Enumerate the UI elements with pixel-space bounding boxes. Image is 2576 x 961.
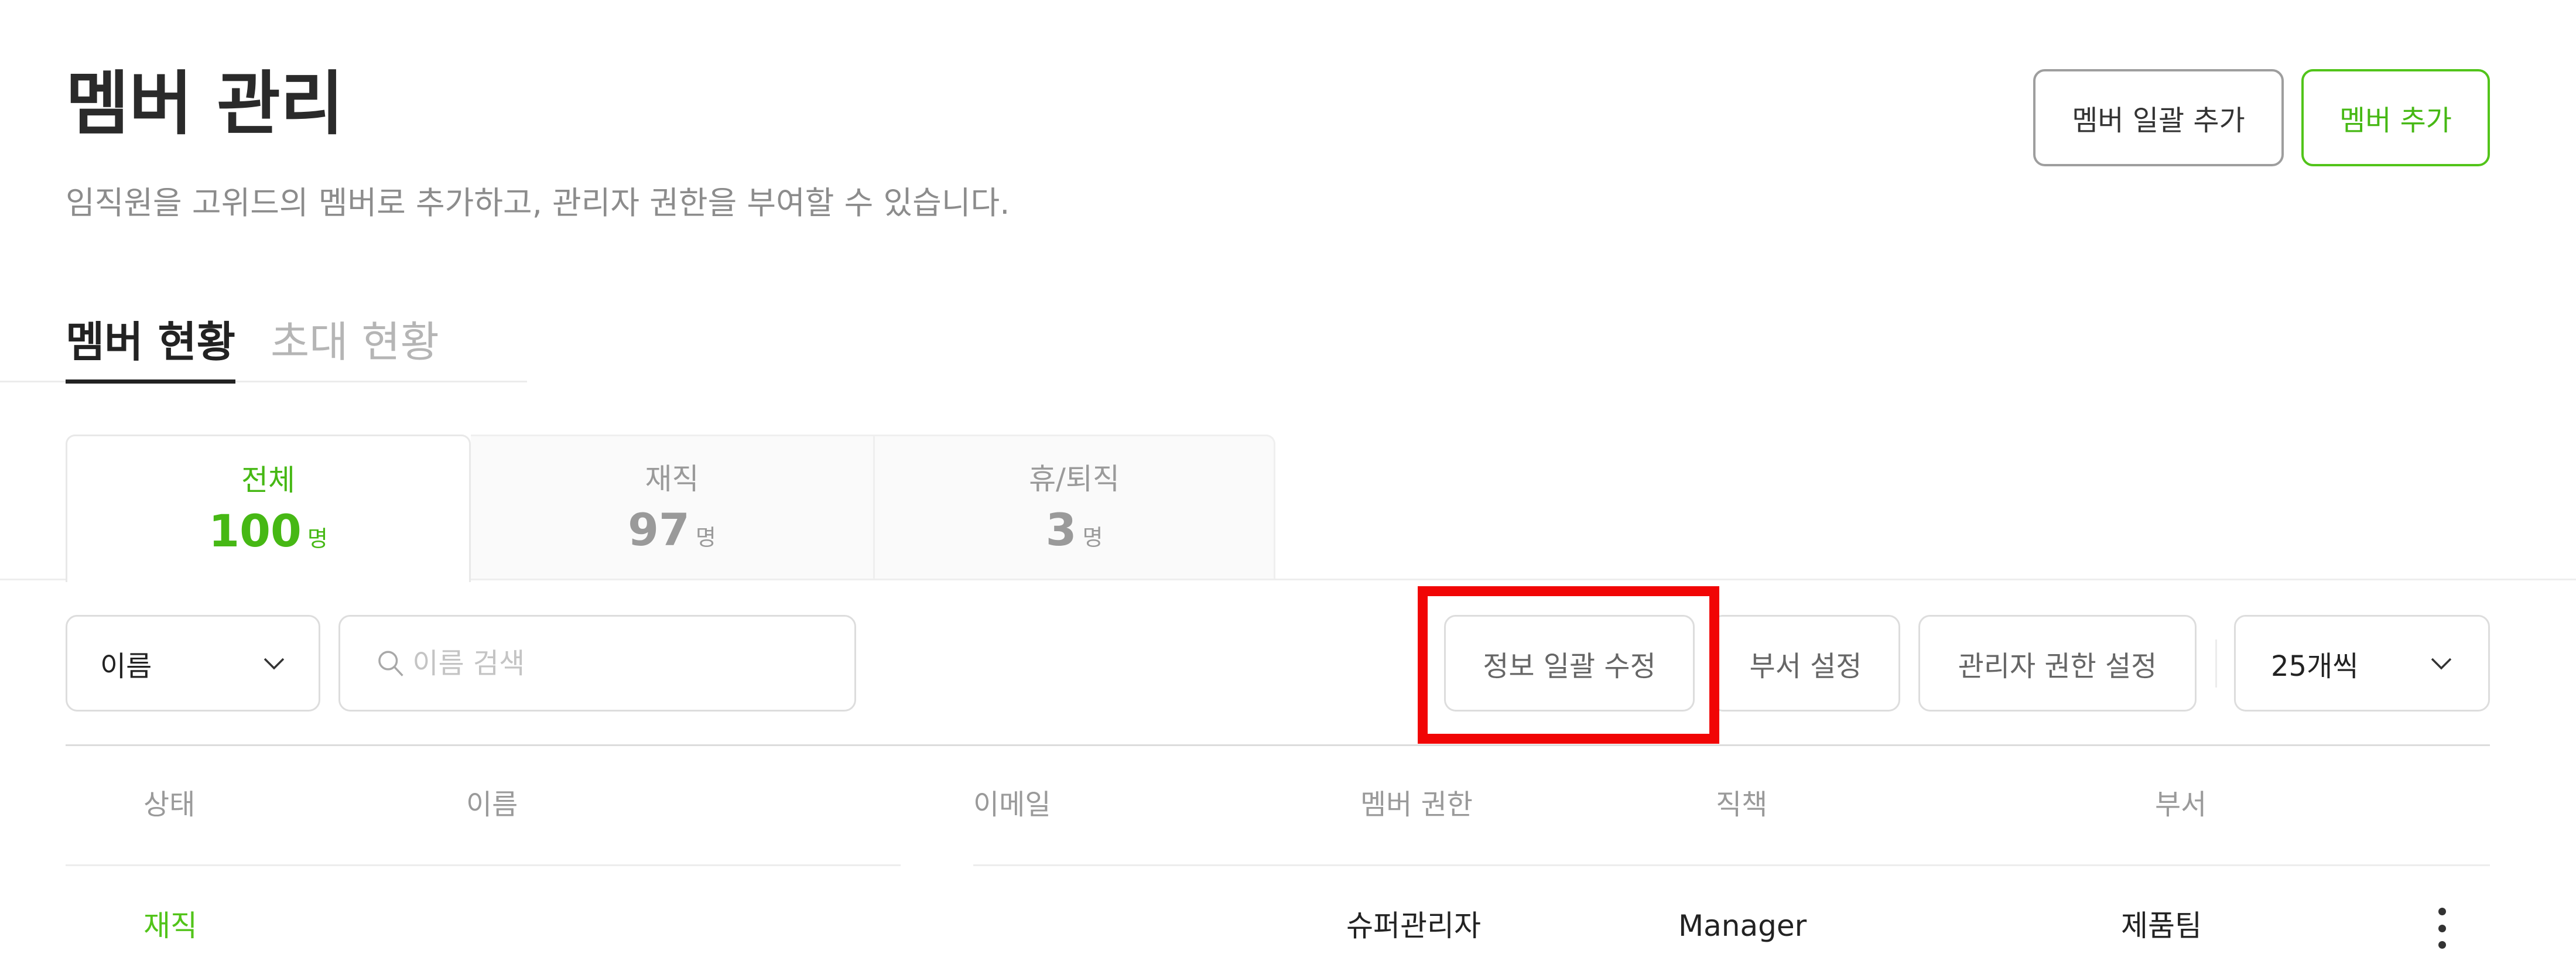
bulk-add-member-button[interactable]: 멤버 일괄 추가 bbox=[2033, 69, 2284, 166]
table-header-border bbox=[66, 864, 901, 866]
column-header-status[interactable]: 상태 bbox=[143, 791, 195, 819]
stat-count-all: 100 bbox=[208, 504, 302, 557]
bulk-edit-info-button[interactable]: 정보 일괄 수정 bbox=[1444, 615, 1695, 712]
table-top-border bbox=[66, 744, 2490, 746]
search-icon bbox=[378, 651, 403, 676]
admin-permission-setting-button[interactable]: 관리자 권한 설정 bbox=[1918, 615, 2197, 712]
stat-unit-active: 명 bbox=[695, 524, 716, 550]
column-header-name[interactable]: 이름 bbox=[466, 791, 518, 819]
department-setting-button[interactable]: 부서 설정 bbox=[1711, 615, 1900, 712]
search-box[interactable] bbox=[338, 615, 856, 712]
stat-card-active[interactable]: 재직 97 명 bbox=[471, 435, 875, 580]
column-header-email[interactable]: 이메일 bbox=[973, 791, 1051, 819]
stat-count-active: 97 bbox=[628, 503, 690, 556]
page-subtitle: 임직원을 고위드의 멤버로 추가하고, 관리자 권한을 부여할 수 있습니다. bbox=[66, 184, 1010, 221]
stat-count-leave: 3 bbox=[1045, 503, 1077, 556]
stat-card-leave[interactable]: 휴/퇴직 3 명 bbox=[875, 435, 1275, 580]
search-field-select[interactable]: 이름 bbox=[66, 615, 320, 712]
stat-card-all[interactable]: 전체 100 명 bbox=[66, 435, 471, 582]
more-options-icon[interactable] bbox=[2433, 908, 2451, 949]
table-header-border bbox=[973, 864, 2490, 866]
row-department: 제품팀 bbox=[2121, 909, 2202, 943]
row-status: 재직 bbox=[143, 909, 197, 943]
tab-member-status[interactable]: 멤버 현황 bbox=[66, 321, 236, 384]
chevron-down-icon bbox=[2431, 658, 2452, 669]
column-header-role[interactable]: 멤버 권한 bbox=[1360, 791, 1473, 819]
stat-label-leave: 휴/퇴직 bbox=[1029, 461, 1120, 496]
column-header-position[interactable]: 직책 bbox=[1716, 791, 1767, 819]
member-tabs: 멤버 현황 초대 현황 bbox=[0, 316, 527, 384]
toolbar-separator bbox=[2215, 639, 2217, 688]
stat-unit-leave: 명 bbox=[1082, 524, 1103, 550]
row-position: Manager bbox=[1678, 909, 1807, 943]
page-size-value: 25개씩 bbox=[2271, 649, 2359, 683]
stat-label-all: 전체 bbox=[241, 463, 295, 497]
chevron-down-icon bbox=[264, 658, 285, 669]
search-input[interactable] bbox=[411, 646, 818, 680]
add-member-button[interactable]: 멤버 추가 bbox=[2301, 69, 2490, 166]
row-role: 슈퍼관리자 bbox=[1346, 909, 1481, 943]
search-field-select-value: 이름 bbox=[100, 649, 152, 683]
stat-label-active: 재직 bbox=[645, 461, 699, 496]
page-title: 멤버 관리 bbox=[66, 63, 344, 144]
tab-invite-status[interactable]: 초대 현황 bbox=[271, 321, 439, 363]
page-size-select[interactable]: 25개씩 bbox=[2234, 615, 2490, 712]
column-header-department[interactable]: 부서 bbox=[2155, 791, 2206, 819]
stat-unit-all: 명 bbox=[307, 525, 328, 552]
